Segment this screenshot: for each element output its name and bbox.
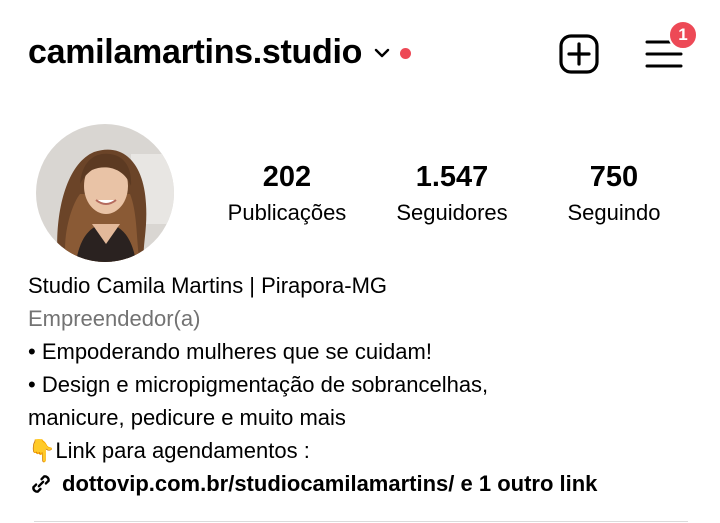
username[interactable]: camilamartins.studio bbox=[28, 30, 362, 74]
followers-label: Seguidores bbox=[396, 200, 508, 225]
posts-label: Publicações bbox=[227, 200, 347, 225]
link-icon bbox=[32, 474, 50, 493]
bio-section: Studio Camila Martins | Pirapora-MG Empr… bbox=[28, 269, 708, 500]
bio-line: • Empoderando mulheres que se cuidam! bbox=[28, 339, 432, 364]
unread-dot bbox=[400, 47, 412, 59]
bio-link-text[interactable]: dottovip.com.br/studiocamilamartins/ e 1… bbox=[62, 467, 597, 500]
stat-followers[interactable]: 1.547 Seguidores bbox=[374, 158, 530, 230]
following-label: Seguindo bbox=[567, 200, 661, 225]
followers-count: 1.547 bbox=[415, 161, 489, 193]
divider bbox=[34, 521, 688, 522]
profile-name: Studio Camila Martins | Pirapora-MG bbox=[28, 273, 388, 298]
bio-line: • Design e micropigmentação de sobrancel… bbox=[28, 372, 489, 397]
following-count: 750 bbox=[589, 161, 639, 193]
pointing-down-emoji: 👇 bbox=[28, 438, 56, 463]
bio-booking-text: Link para agendamentos : bbox=[55, 438, 310, 463]
notification-badge: 1 bbox=[668, 20, 698, 50]
bio-line: manicure, pedicure e muito mais bbox=[28, 405, 346, 430]
avatar[interactable] bbox=[36, 124, 174, 262]
account-switcher[interactable]: camilamartins.studio bbox=[28, 30, 412, 74]
posts-count: 202 bbox=[262, 161, 312, 193]
chevron-down-icon[interactable] bbox=[372, 43, 392, 63]
profile-photo bbox=[36, 124, 174, 262]
bio-link[interactable]: dottovip.com.br/studiocamilamartins/ e 1… bbox=[28, 467, 708, 500]
profile-category: Empreendedor(a) bbox=[28, 306, 201, 331]
bio-line-booking: 👇Link para agendamentos : bbox=[28, 434, 708, 467]
create-post-button[interactable] bbox=[558, 33, 600, 75]
profile-header: camilamartins.studio 1 bbox=[0, 0, 720, 100]
stat-following[interactable]: 750 Seguindo bbox=[548, 158, 680, 230]
stat-posts[interactable]: 202 Publicações bbox=[212, 158, 362, 230]
